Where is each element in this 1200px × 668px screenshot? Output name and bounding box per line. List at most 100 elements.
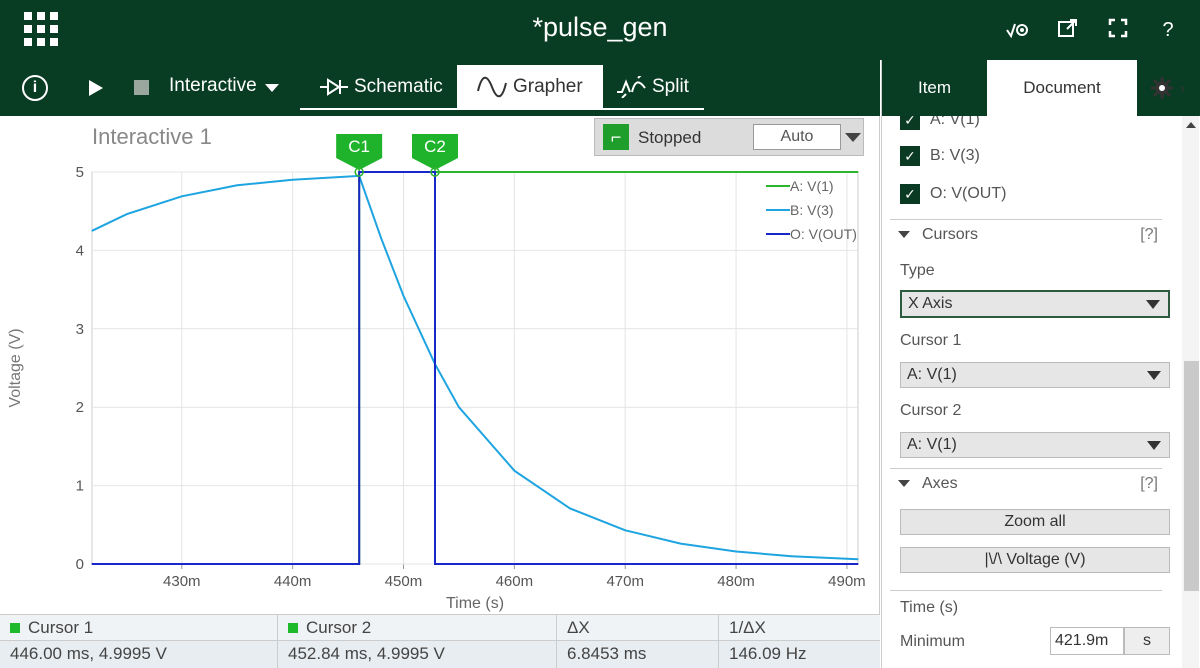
waveform-chart[interactable]: 430m 440m 450m 460m 470m 480m 490m 0 1 2 3 4 5 Time (… <box>0 116 880 614</box>
checkbox-checked-icon[interactable]: ✓ <box>900 184 920 204</box>
trace-toggle-b[interactable]: ✓ B: V(3) <box>900 144 980 168</box>
sim-status: Stopped <box>638 128 702 147</box>
trace-label: O: V(OUT) <box>930 185 1007 202</box>
probe-icon[interactable] <box>1004 16 1032 44</box>
collapse-triangle-icon <box>898 231 910 238</box>
trace-toggle-a[interactable]: ✓ A: V(1) <box>900 116 980 132</box>
chevron-down-icon <box>1147 371 1161 380</box>
app-header: *pulse_gen ? <box>0 0 1200 60</box>
x-tick-label: 460m <box>496 573 534 590</box>
data-point <box>434 563 436 565</box>
axes-section-header[interactable]: Axes [?] <box>890 468 1162 498</box>
select-value: X Axis <box>908 295 953 312</box>
sim-status-box: ⌐ Stopped Auto <box>594 118 864 156</box>
panel-scrollbar[interactable] <box>1182 116 1199 668</box>
help-link[interactable]: [?] <box>1140 475 1158 493</box>
section-title: Axes <box>922 474 958 492</box>
tab-split-label: Split <box>652 76 689 97</box>
toolbar: i Interactive Schematic Grapher Split <box>0 60 880 116</box>
scale-mode-select[interactable]: Auto <box>753 124 841 150</box>
data-point <box>569 507 571 509</box>
tab-grapher-label: Grapher <box>513 76 583 97</box>
readout-inv-dx-value: 146.09 Hz <box>729 644 807 663</box>
legend-label: B: V(3) <box>790 202 834 218</box>
readout-cursor1-value: 446.00 ms, 4.9995 V <box>0 641 278 668</box>
voltage-axis-button[interactable]: |\/\ Voltage (V) <box>900 547 1170 573</box>
cursor1-label: Cursor 1 <box>900 332 962 349</box>
x-tick-label: 470m <box>606 573 644 590</box>
x-tick-label: 490m <box>828 573 866 590</box>
trace-toggle-o[interactable]: ✓ O: V(OUT) <box>900 182 1006 206</box>
tab-item[interactable]: Item <box>882 60 987 116</box>
readout-header-cursor1: Cursor 1 <box>0 615 278 642</box>
data-point <box>680 543 682 545</box>
tab-document[interactable]: Document <box>987 60 1137 116</box>
type-label: Type <box>900 262 935 279</box>
section-title: Cursors <box>922 225 979 243</box>
stop-icon[interactable] <box>134 80 149 95</box>
tab-underline <box>300 108 704 110</box>
y-tick-label: 3 <box>76 321 84 338</box>
divider <box>890 590 1162 591</box>
chevron-right-icon[interactable]: › <box>1180 80 1192 97</box>
info-icon[interactable]: i <box>22 75 48 101</box>
external-link-icon[interactable] <box>1054 16 1082 44</box>
fullscreen-icon[interactable] <box>1104 16 1132 44</box>
scroll-up-icon[interactable] <box>1186 122 1196 128</box>
trace-label: A: V(1) <box>930 116 980 128</box>
play-icon[interactable] <box>89 80 103 96</box>
cursors-section-header[interactable]: Cursors [?] <box>890 219 1162 249</box>
readout-cursor2-value: 452.84 ms, 4.9995 V <box>278 641 557 668</box>
grapher-area: 430m 440m 450m 460m 470m 480m 490m 0 1 2 3 4 5 Time (… <box>0 116 880 614</box>
data-point <box>125 213 127 215</box>
cursor2-select[interactable]: A: V(1) <box>900 432 1170 458</box>
chevron-down-icon <box>264 83 279 92</box>
select-value: A: V(1) <box>907 436 957 453</box>
chevron-down-icon[interactable] <box>845 133 861 142</box>
cursor-readout: Cursor 1 Cursor 2 ΔX 1/ΔX 446.00 ms, 4.9… <box>0 614 880 668</box>
data-point <box>458 406 460 408</box>
zoom-all-button[interactable]: Zoom all <box>900 509 1170 535</box>
x-tick-label: 440m <box>274 573 312 590</box>
data-point <box>91 230 93 232</box>
chevron-down-icon <box>1147 441 1161 450</box>
cursor-type-select[interactable]: X Axis <box>900 290 1170 318</box>
graph-title: Interactive 1 <box>92 124 212 149</box>
readout-header-inv-dx: 1/ΔX <box>729 618 766 637</box>
checkbox-checked-icon[interactable]: ✓ <box>900 146 920 166</box>
tab-schematic[interactable]: Schematic <box>300 65 463 109</box>
mode-dropdown[interactable]: Interactive <box>169 60 279 112</box>
data-point <box>91 563 93 565</box>
cursor1-swatch <box>10 623 20 633</box>
data-point <box>513 470 516 472</box>
legend-label: O: V(OUT) <box>790 226 857 242</box>
tab-split[interactable]: Split <box>596 65 709 109</box>
data-point <box>358 171 360 173</box>
help-icon[interactable]: ? <box>1154 16 1182 44</box>
data-point <box>181 195 183 197</box>
time-minimum-input[interactable]: 421.9m <box>1050 627 1124 655</box>
readout-header-label: Cursor 1 <box>28 618 94 637</box>
cursor-flag-label: C2 <box>424 137 446 156</box>
tab-schematic-label: Schematic <box>354 76 443 97</box>
y-tick-label: 4 <box>76 242 84 259</box>
cursor1-select[interactable]: A: V(1) <box>900 362 1170 388</box>
time-axis-label: Time (s) <box>900 599 959 616</box>
checkbox-checked-icon[interactable]: ✓ <box>900 116 920 130</box>
split-icon <box>617 76 646 98</box>
gear-icon[interactable] <box>1150 76 1174 100</box>
readout-header-label: Cursor 2 <box>306 618 372 637</box>
scroll-thumb[interactable] <box>1184 361 1199 591</box>
readout-header-cursor2: Cursor 2 <box>278 615 557 642</box>
help-link[interactable]: [?] <box>1140 226 1158 244</box>
x-tick-label: 430m <box>163 573 201 590</box>
cursor2-swatch <box>288 623 298 633</box>
minimum-label: Minimum <box>900 633 965 650</box>
diode-icon <box>320 78 348 96</box>
readout-dx-value: 6.8453 ms <box>557 641 719 668</box>
y-tick-label: 2 <box>76 399 84 416</box>
data-point <box>857 171 859 173</box>
select-value: A: V(1) <box>907 366 957 383</box>
data-point <box>857 558 859 560</box>
tab-grapher[interactable]: Grapher <box>457 65 603 109</box>
